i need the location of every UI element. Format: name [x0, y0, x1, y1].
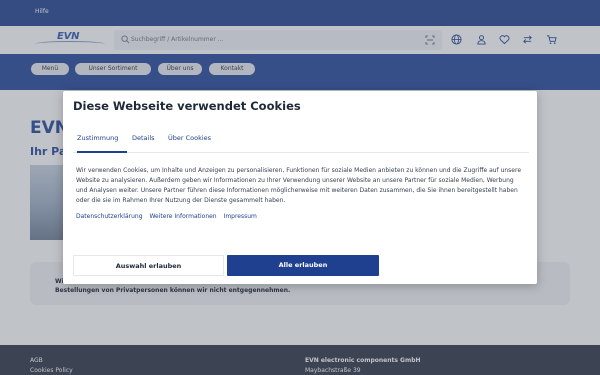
privacy-policy-link[interactable]: Datenschutzerklärung [76, 213, 143, 220]
tab-details[interactable]: Details [132, 133, 155, 153]
cookie-links: Datenschutzerklärung Weitere Information… [76, 213, 262, 220]
allow-selection-button[interactable]: Auswahl erlauben [73, 255, 224, 276]
cookie-dialog-title: Diese Webseite verwendet Cookies [73, 99, 301, 113]
more-info-link[interactable]: Weitere Informationen [149, 213, 216, 220]
cookie-dialog: Diese Webseite verwendet Cookies Zustimm… [63, 91, 537, 284]
imprint-link[interactable]: Impressum [224, 213, 257, 220]
cookie-tabs: Zustimmung Details Über Cookies [73, 133, 529, 153]
tab-consent[interactable]: Zustimmung [77, 133, 127, 153]
cookie-dialog-body: Wir verwenden Cookies, um Inhalte und An… [76, 167, 522, 204]
tab-about-cookies[interactable]: Über Cookies [168, 133, 211, 153]
allow-all-button[interactable]: Alle erlauben [227, 255, 379, 276]
